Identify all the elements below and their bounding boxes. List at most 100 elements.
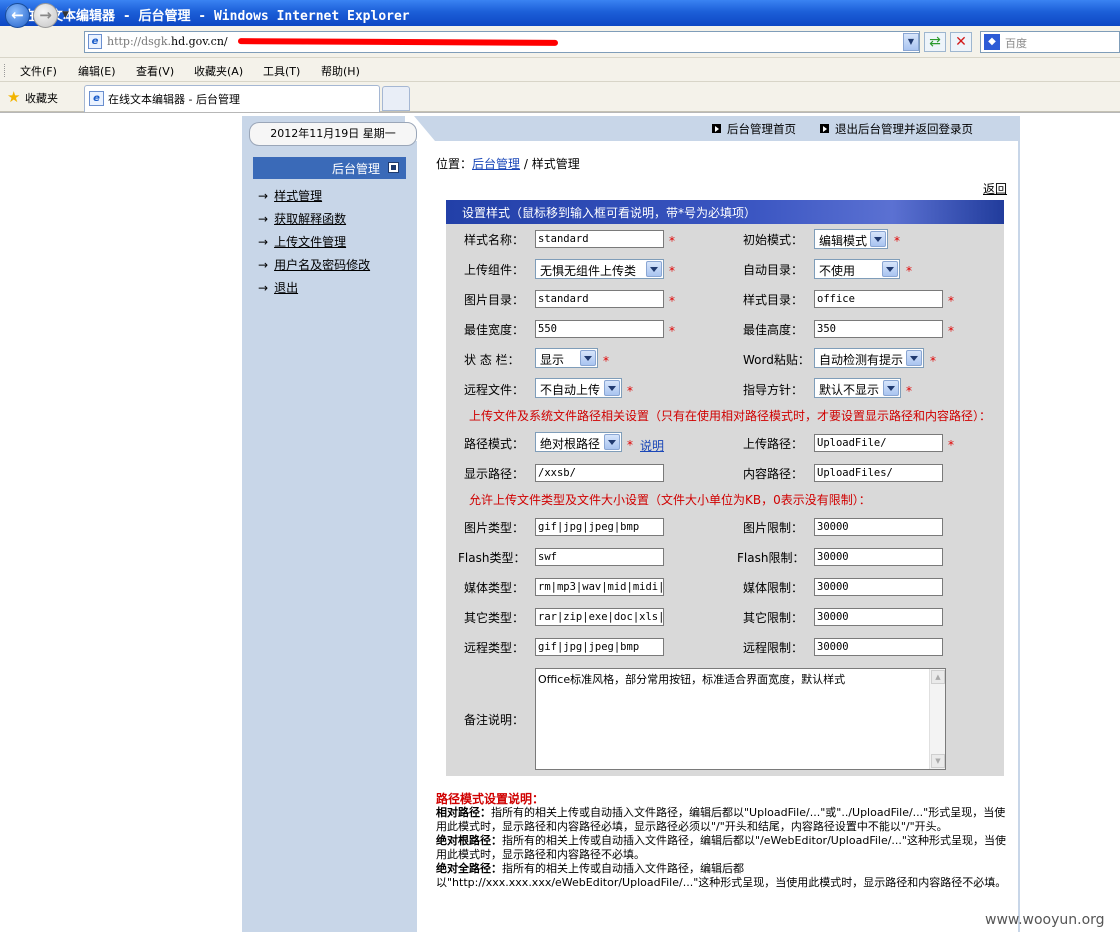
chevron-down-icon	[604, 434, 620, 450]
word-paste-select[interactable]: 自动检测有提示	[814, 348, 924, 368]
breadcrumb-link[interactable]: 后台管理	[472, 157, 520, 171]
image-types-input[interactable]: gif|jpg|jpeg|bmp	[535, 518, 664, 536]
notes-title: 路径模式设置说明：	[436, 792, 545, 806]
best-width-input[interactable]: 550	[535, 320, 664, 338]
sidebar-item-account[interactable]: → 用户名及密码修改	[258, 256, 370, 273]
sidebar-item-label: 用户名及密码修改	[274, 258, 371, 272]
arrow-right-icon: →	[258, 212, 269, 226]
sidebar-item-style-manage[interactable]: → 样式管理	[258, 187, 322, 204]
guide-value: 默认不显示	[819, 383, 880, 397]
required-mark: *	[948, 438, 954, 452]
back-link[interactable]: 返回	[983, 180, 1007, 197]
remote-limit-input[interactable]: 30000	[814, 638, 943, 656]
status-bar-value: 显示	[540, 353, 565, 367]
image-limit-input[interactable]: 30000	[814, 518, 943, 536]
remote-types-label: 远程类型：	[464, 641, 525, 655]
sidebar-item-exit[interactable]: → 退出	[258, 279, 298, 296]
refresh-button[interactable]: ⇄	[924, 32, 946, 52]
menu-favorites[interactable]: 收藏夹(A)	[194, 63, 243, 79]
breadcrumb-current: 样式管理	[531, 157, 580, 171]
sidebar-item-label: 样式管理	[274, 189, 323, 203]
menu-edit[interactable]: 编辑(E)	[78, 63, 116, 79]
required-mark: *	[627, 384, 633, 398]
remote-file-label: 远程文件：	[464, 383, 525, 397]
date-display: 2012年11月19日 星期一	[249, 122, 417, 146]
required-mark: *	[906, 384, 912, 398]
init-mode-select[interactable]: 编辑模式	[814, 229, 888, 249]
content-path-input[interactable]: UploadFiles/	[814, 464, 943, 482]
address-dropdown-icon[interactable]: ▼	[903, 33, 919, 51]
url-domain: hd.gov.cn/	[170, 35, 228, 48]
required-mark: *	[669, 234, 675, 248]
stop-button[interactable]: ✕	[950, 32, 972, 52]
breadcrumb-prefix: 位置：	[436, 157, 473, 171]
flash-types-label: Flash类型：	[458, 551, 526, 565]
remark-text: Office标准风格，部分常用按钮，标准适合界面宽度，默认样式	[538, 673, 846, 686]
arrow-right-icon: →	[258, 258, 269, 272]
display-path-label: 显示路径：	[464, 467, 525, 481]
path-mode-select[interactable]: 绝对根路径	[535, 432, 622, 452]
display-path-input[interactable]: /xxsb/	[535, 464, 664, 482]
word-paste-label: Word粘贴：	[743, 353, 810, 367]
new-tab-button[interactable]	[382, 86, 410, 111]
path-mode-help-link[interactable]: 说明	[640, 437, 664, 454]
tab-active[interactable]: e 在线文本编辑器 - 后台管理	[84, 85, 380, 112]
remote-types-input[interactable]: gif|jpg|jpeg|bmp	[535, 638, 664, 656]
media-limit-input[interactable]: 30000	[814, 578, 943, 596]
right-border	[1018, 141, 1020, 932]
search-box[interactable]: ◆ 百度	[980, 31, 1120, 53]
upload-path-input[interactable]: UploadFile/	[814, 434, 943, 452]
chevron-down-icon	[870, 231, 886, 247]
remark-scrollbar[interactable]: ▲ ▼	[929, 669, 945, 769]
notes-relative-text: 指所有的相关上传或自动插入文件路径，编辑后都以"UploadFile/..."或…	[436, 806, 1006, 833]
favorites-star-icon[interactable]: ★	[7, 88, 20, 106]
page-icon: e	[88, 34, 102, 49]
required-mark: *	[669, 264, 675, 278]
other-types-input[interactable]: rar|zip|exe|doc|xls|c	[535, 608, 664, 626]
flash-types-input[interactable]: swf	[535, 548, 664, 566]
best-height-input[interactable]: 350	[814, 320, 943, 338]
menu-file[interactable]: 文件(F)	[20, 63, 57, 79]
history-dropdown-icon[interactable]: ▼	[62, 10, 69, 20]
guide-select[interactable]: 默认不显示	[814, 378, 901, 398]
scroll-up-icon[interactable]: ▲	[931, 670, 945, 684]
sidebar-item-label: 获取解释函数	[274, 212, 347, 226]
other-limit-label: 其它限制：	[743, 611, 804, 625]
favorites-button[interactable]: 收藏夹	[25, 90, 58, 106]
remote-limit-label: 远程限制：	[743, 641, 804, 655]
scroll-down-icon[interactable]: ▼	[931, 754, 945, 768]
content-path-label: 内容路径：	[743, 467, 804, 481]
breadcrumb: 位置：后台管理 / 样式管理	[436, 155, 580, 172]
flash-limit-input[interactable]: 30000	[814, 548, 943, 566]
filetype-section-title: 允许上传文件类型及文件大小设置（文件大小单位为KB，0表示没有限制）：	[469, 493, 871, 507]
flash-limit-label: Flash限制：	[737, 551, 805, 565]
required-mark: *	[669, 324, 675, 338]
image-dir-input[interactable]: standard	[535, 290, 664, 308]
logout-return-link[interactable]: 退出后台管理并返回登录页	[820, 121, 973, 137]
auto-dir-select[interactable]: 不使用	[814, 259, 900, 279]
remote-file-select[interactable]: 不自动上传	[535, 378, 622, 398]
sidebar-item-get-function[interactable]: → 获取解释函数	[258, 210, 346, 227]
status-bar-label: 状 态 栏：	[464, 353, 520, 367]
menu-bar: 文件(F) 编辑(E) 查看(V) 收藏夹(A) 工具(T) 帮助(H)	[0, 58, 1120, 82]
menu-tools[interactable]: 工具(T)	[263, 63, 300, 79]
other-limit-input[interactable]: 30000	[814, 608, 943, 626]
menu-view[interactable]: 查看(V)	[136, 63, 174, 79]
notes-absolute-full: 绝对全路径：指所有的相关上传或自动插入文件路径，编辑后都以"http://xxx…	[436, 862, 1011, 890]
menu-help[interactable]: 帮助(H)	[321, 63, 360, 79]
style-dir-input[interactable]: office	[814, 290, 943, 308]
media-types-input[interactable]: rm|mp3|wav|mid|midi|r	[535, 578, 664, 596]
admin-home-link[interactable]: 后台管理首页	[712, 121, 796, 137]
remark-textarea[interactable]: Office标准风格，部分常用按钮，标准适合界面宽度，默认样式 ▲ ▼	[535, 668, 946, 770]
title-bar: 在线文本编辑器 - 后台管理 - Windows Internet Explor…	[0, 0, 1120, 26]
chevron-down-icon	[646, 261, 662, 277]
back-button[interactable]: ←	[5, 3, 30, 28]
required-mark: *	[948, 294, 954, 308]
collapse-box-icon[interactable]	[388, 162, 399, 173]
status-bar-select[interactable]: 显示	[535, 348, 598, 368]
upload-component-select[interactable]: 无惧无组件上传类	[535, 259, 664, 279]
style-name-input[interactable]: standard	[535, 230, 664, 248]
best-width-label: 最佳宽度：	[464, 323, 525, 337]
sidebar-item-upload-manage[interactable]: → 上传文件管理	[258, 233, 346, 250]
forward-button[interactable]: →	[33, 3, 58, 28]
